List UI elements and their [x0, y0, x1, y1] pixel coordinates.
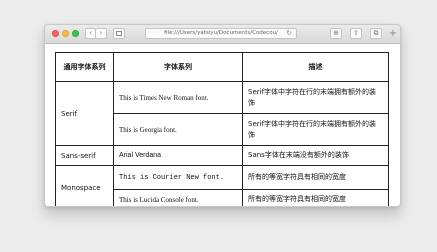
font-description: Serif字体中字符在行的末端拥有额外的装饰: [242, 81, 389, 114]
zoom-window-button[interactable]: [72, 30, 79, 37]
share-icon: ⇧: [353, 29, 359, 37]
font-description: 所有的等宽字符具有相同的宽度: [242, 165, 389, 190]
font-description: Sans字体在末端没有额外的装饰: [242, 145, 389, 166]
browser-window: ‹ › file:///Users/yatsiyu/Documents/Code…: [44, 24, 401, 207]
group-monospace: Monospace: [55, 165, 114, 206]
header-generic-family: 通用字体系列: [55, 52, 114, 82]
table-row: Monospace This is Courier New font. 所有的等…: [55, 165, 389, 206]
font-description: Serif字体中字符在行的末端拥有额外的装饰: [242, 113, 389, 146]
sidebar-icon: [116, 31, 122, 36]
download-icon: ⊕: [333, 29, 339, 37]
reload-icon[interactable]: ↻: [286, 29, 292, 38]
tabs-icon: ⧉: [373, 29, 379, 37]
font-sample: This is Courier New font.: [113, 165, 243, 190]
header-description: 描述: [242, 52, 389, 82]
minimize-window-button[interactable]: [62, 30, 69, 37]
font-sample: Arial Verdana: [113, 145, 243, 166]
table-row: Sans-serif Arial Verdana Sans字体在末端没有额外的装…: [55, 145, 389, 166]
show-tabs-button[interactable]: ⧉: [370, 28, 382, 39]
font-families-table: 通用字体系列 字体系列 描述 Serif This is Times New R…: [55, 52, 389, 206]
close-window-button[interactable]: [52, 30, 59, 37]
group-sans-serif: Sans-serif: [55, 145, 114, 166]
font-description: 所有的等宽字符具有相同的宽度: [242, 189, 389, 206]
header-font-family: 字体系列: [113, 52, 243, 82]
font-sample: This is Lucida Console font.: [113, 189, 243, 206]
font-sample: This is Times New Roman font.: [113, 81, 243, 114]
share-button[interactable]: ⇧: [350, 28, 362, 39]
back-button[interactable]: ‹: [85, 28, 96, 39]
browser-toolbar: ‹ › file:///Users/yatsiyu/Documents/Code…: [45, 25, 400, 44]
address-text: file:///Users/yatsiyu/Documents/Codecou/: [164, 30, 278, 36]
chevron-right-icon: ›: [99, 29, 103, 37]
address-bar[interactable]: file:///Users/yatsiyu/Documents/Codecou/…: [145, 28, 297, 39]
table-header-row: 通用字体系列 字体系列 描述: [55, 52, 389, 82]
font-sample: This is Georgia font.: [113, 113, 243, 146]
download-button[interactable]: ⊕: [330, 28, 342, 39]
forward-button[interactable]: ›: [96, 28, 107, 39]
sidebar-toggle-button[interactable]: [113, 28, 125, 39]
new-tab-button[interactable]: +: [388, 27, 398, 40]
table-row: Serif This is Times New Roman font. Seri…: [55, 81, 389, 146]
chevron-left-icon: ‹: [89, 29, 92, 37]
group-serif: Serif: [55, 81, 114, 146]
